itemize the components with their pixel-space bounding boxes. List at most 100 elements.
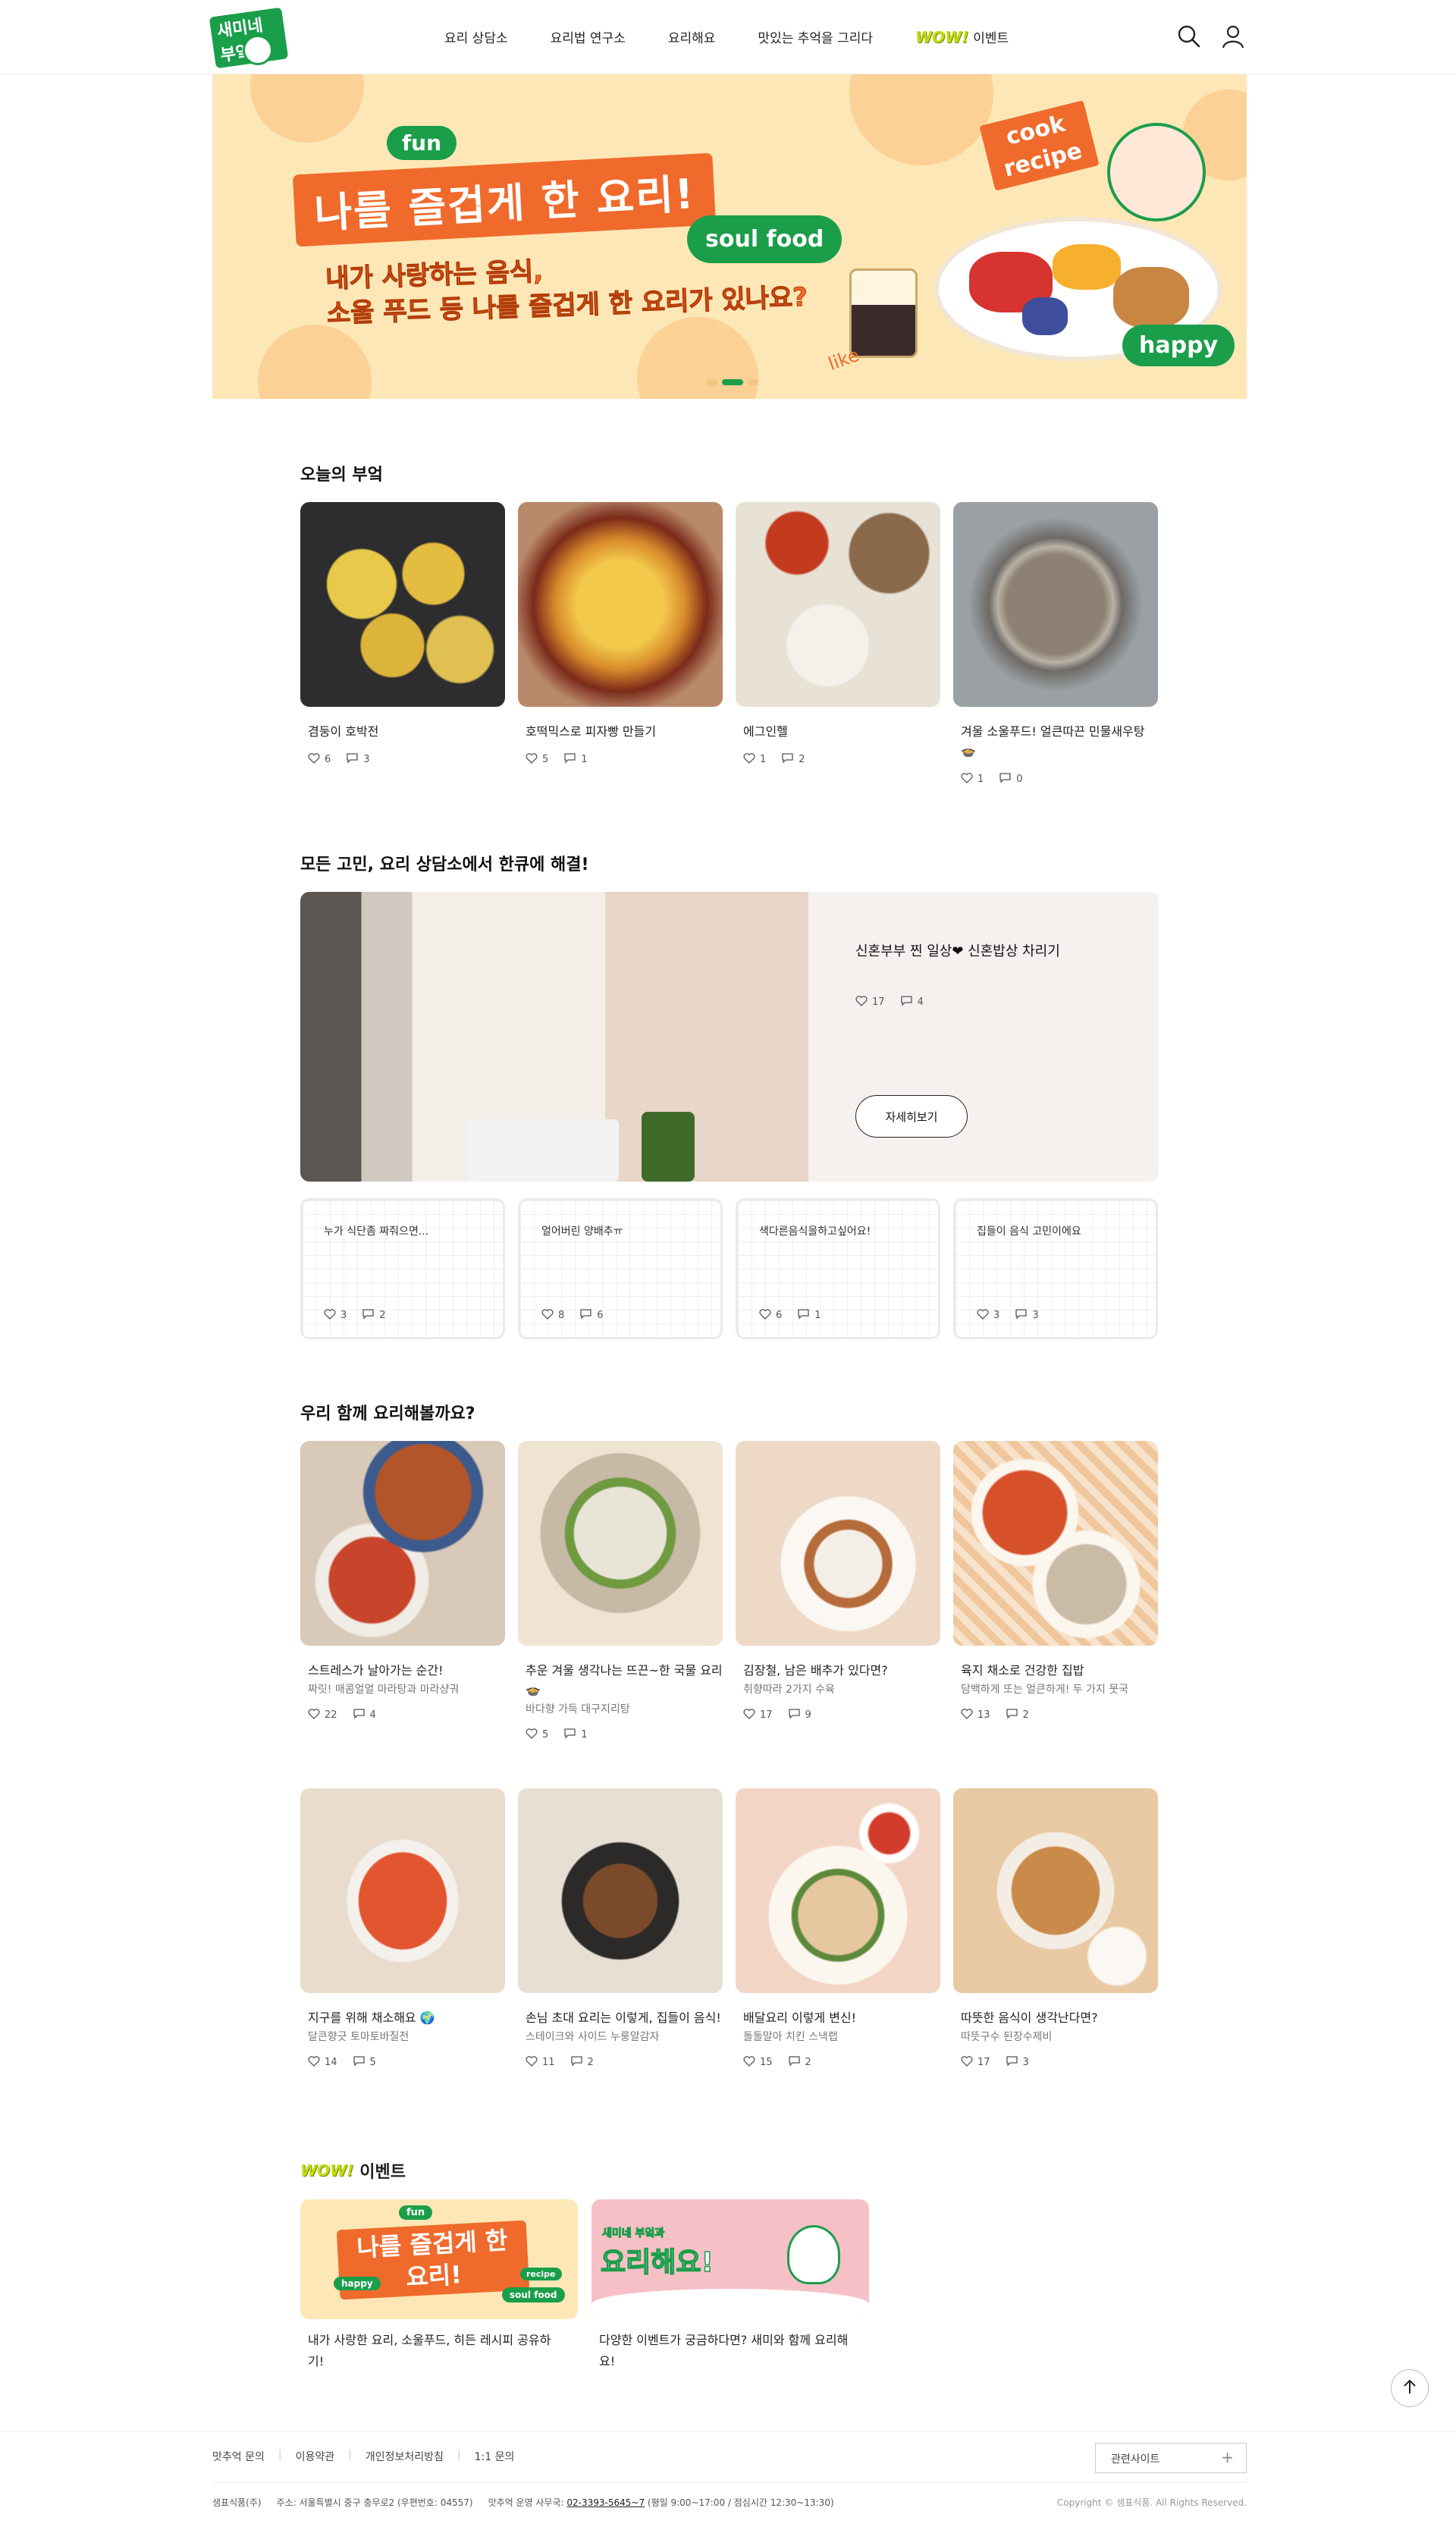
- event-tag-soul-food: soul food: [502, 2287, 565, 2302]
- card-title: 추운 겨울 생각나는 뜨끈~한 국물 요리🍲: [526, 1663, 723, 1697]
- comment-icon[interactable]: [900, 995, 913, 1009]
- heart-icon[interactable]: [308, 752, 320, 767]
- comment-icon[interactable]: [579, 1308, 592, 1323]
- question-card[interactable]: 누가 식단좀 짜줘으면... 3 2: [300, 1198, 505, 1339]
- footer-link-1on1[interactable]: 1:1 문의: [475, 2449, 515, 2464]
- comment-count: 2: [379, 1310, 386, 1321]
- comment-icon[interactable]: [362, 1308, 375, 1323]
- question-card[interactable]: 얼어버린 양배추ㅠ 8 6: [518, 1198, 723, 1339]
- comment-icon[interactable]: [1006, 2055, 1018, 2070]
- view-more-button[interactable]: 자세히보기: [855, 1095, 968, 1138]
- tag-fun: fun: [387, 126, 457, 160]
- footer-link-inquiry[interactable]: 맛추억 문의: [212, 2449, 265, 2464]
- heart-icon[interactable]: [855, 995, 868, 1009]
- like-count: 6: [325, 754, 331, 765]
- comment-count: 4: [369, 1709, 376, 1721]
- main-banner[interactable]: fun 나를 즐겁게 한 요리! soul food 내가 사랑하는 음식, 소…: [212, 74, 1247, 399]
- today-card[interactable]: 호떡믹스로 피자빵 만들기 5 1: [518, 502, 723, 767]
- comment-icon[interactable]: [353, 1708, 366, 1722]
- comment-icon[interactable]: [788, 1708, 801, 1722]
- events-label: 이벤트: [359, 2163, 406, 2182]
- slide-dot-active[interactable]: [722, 379, 743, 385]
- heart-icon[interactable]: [961, 772, 973, 786]
- comment-icon[interactable]: [570, 2055, 583, 2070]
- recipe-card[interactable]: 김장철, 남은 배추가 있다면? 취향따라 2가지 수육 17 9: [736, 1441, 940, 1722]
- heart-icon[interactable]: [743, 1708, 755, 1722]
- malatang-photo: [300, 1441, 505, 1646]
- nav-consult[interactable]: 요리 상담소: [444, 27, 508, 46]
- recipe-card[interactable]: 추운 겨울 생각나는 뜨끈~한 국물 요리🍲 바다향 가득 대구지리탕 5 1: [518, 1441, 723, 1742]
- heart-icon[interactable]: [541, 1308, 554, 1323]
- like-count: 5: [542, 754, 549, 765]
- comment-icon[interactable]: [1006, 1708, 1018, 1722]
- comment-icon[interactable]: [781, 752, 794, 767]
- today-card[interactable]: 겨울 소울푸드! 얼큰따끈 민물새우탕🍲 1 0: [953, 502, 1158, 786]
- card-title: 겨울 소울푸드! 얼큰따끈 민물새우탕🍲: [961, 724, 1145, 758]
- recipe-card[interactable]: 따뜻한 음식이 생각난다면? 따뜻구수 된장수제비 17 3: [953, 1788, 1158, 2070]
- user-icon[interactable]: [1219, 23, 1247, 50]
- comment-icon[interactable]: [999, 772, 1012, 786]
- company-address: 주소: 서울특별시 중구 충무로2 (우편번호: 04557): [276, 2497, 473, 2508]
- event-banner-cook: 새미네 부엌과 요리해요!: [592, 2199, 869, 2319]
- heart-icon[interactable]: [743, 2055, 755, 2070]
- today-card[interactable]: 겸둥이 호박전 6 3: [300, 502, 505, 767]
- heart-icon[interactable]: [961, 2055, 973, 2070]
- footer-link-privacy[interactable]: 개인정보처리방침: [366, 2449, 444, 2464]
- comment-icon[interactable]: [353, 2055, 366, 2070]
- event-tag-fun: fun: [399, 2205, 433, 2220]
- nav-memory[interactable]: 맛있는 추억을 그리다: [758, 27, 873, 46]
- comment-icon[interactable]: [346, 752, 359, 767]
- heart-icon[interactable]: [526, 2055, 538, 2070]
- question-card[interactable]: 색다른음식을하고싶어요! 6 1: [736, 1198, 940, 1339]
- comment-icon[interactable]: [563, 1728, 576, 1742]
- heart-icon[interactable]: [526, 752, 538, 767]
- site-logo[interactable]: 새미네부엌: [209, 7, 289, 69]
- footer-info: 샘표식품(주) 주소: 서울특별시 중구 충무로2 (우편번호: 04557) …: [212, 2496, 834, 2509]
- main-nav: 요리 상담소 요리법 연구소 요리해요 맛있는 추억을 그리다 WOW! 이벤트: [444, 27, 1009, 47]
- comment-icon[interactable]: [1015, 1308, 1028, 1323]
- nav-recipe-lab[interactable]: 요리법 연구소: [551, 27, 626, 46]
- card-title: 스트레스가 날아가는 순간!: [308, 1663, 444, 1678]
- heart-icon[interactable]: [961, 1708, 973, 1722]
- office-phone[interactable]: 02-3393-5645~7: [566, 2497, 645, 2508]
- office-hours: (평일 9:00~17:00 / 점심시간 12:30~13:30): [647, 2497, 834, 2508]
- heart-icon[interactable]: [977, 1308, 989, 1323]
- scroll-top-button[interactable]: [1391, 2369, 1429, 2407]
- heart-icon[interactable]: [324, 1308, 336, 1323]
- search-icon[interactable]: [1175, 23, 1203, 50]
- slide-dot[interactable]: [707, 379, 717, 385]
- comment-count: 0: [1016, 774, 1023, 785]
- event-card[interactable]: 새미네 부엌과 요리해요! 다양한 이벤트가 궁금하다면? 새미와 함께 요리해…: [592, 2199, 869, 2372]
- recipe-card[interactable]: 스트레스가 날아가는 순간! 짜릿! 매콤얼얼 마라탕과 마라샹궈 22 4: [300, 1441, 505, 1722]
- featured-consult[interactable]: 신혼부부 찐 일상❤ 신혼밥상 차리기 17 4 자세히보기: [300, 892, 1159, 1182]
- comment-icon[interactable]: [563, 752, 576, 767]
- event-card[interactable]: fun 나를 즐겁게 한 요리! happy recipe soul food …: [300, 2199, 578, 2372]
- heart-icon[interactable]: [308, 1708, 320, 1722]
- heart-icon[interactable]: [526, 1728, 538, 1742]
- card-title: 호떡믹스로 피자빵 만들기: [526, 724, 657, 739]
- heart-icon[interactable]: [759, 1308, 771, 1323]
- blueberries: [1022, 297, 1068, 335]
- comment-icon[interactable]: [788, 2055, 801, 2070]
- heart-icon[interactable]: [743, 752, 755, 767]
- nav-cook[interactable]: 요리해요: [668, 27, 716, 46]
- heart-icon[interactable]: [308, 2055, 320, 2070]
- card-meta: 11 2: [518, 2055, 723, 2070]
- recipe-card[interactable]: 배달요리 이렇게 변신! 돌돌말아 치킨 스낵랩 15 2: [736, 1788, 940, 2070]
- question-card[interactable]: 집들이 음식 고민이에요 3 3: [953, 1198, 1158, 1339]
- recipe-card[interactable]: 육지 채소로 건강한 집밥 담백하게 또는 얼큰하게! 두 가지 뭇국 13 2: [953, 1441, 1158, 1722]
- today-card[interactable]: 에그인헬 1 2: [736, 502, 940, 767]
- footer-link-terms[interactable]: 이용약관: [296, 2449, 335, 2464]
- like-count: 3: [340, 1310, 347, 1321]
- card-meta: 15 2: [736, 2055, 940, 2070]
- comment-icon[interactable]: [797, 1308, 810, 1323]
- nav-event[interactable]: WOW! 이벤트: [915, 27, 1009, 47]
- slide-dot[interactable]: [748, 379, 758, 385]
- recipe-card[interactable]: 지구를 위해 채소해요 🌍 달큰향긋 토마토바질전 14 5: [300, 1788, 505, 2070]
- recipe-card[interactable]: 손님 초대 요리는 이렇게, 집들이 음식! 스테이크와 사이드 누룽알감자 1…: [518, 1788, 723, 2070]
- chicken-wrap-photo: [736, 1788, 940, 1993]
- smile-decoration: [258, 325, 372, 399]
- question-text: 누가 식단좀 짜줘으면...: [324, 1226, 429, 1238]
- zucchini-jeon-photo: [300, 502, 505, 707]
- related-sites-select[interactable]: 관련사이트 +: [1095, 2443, 1247, 2473]
